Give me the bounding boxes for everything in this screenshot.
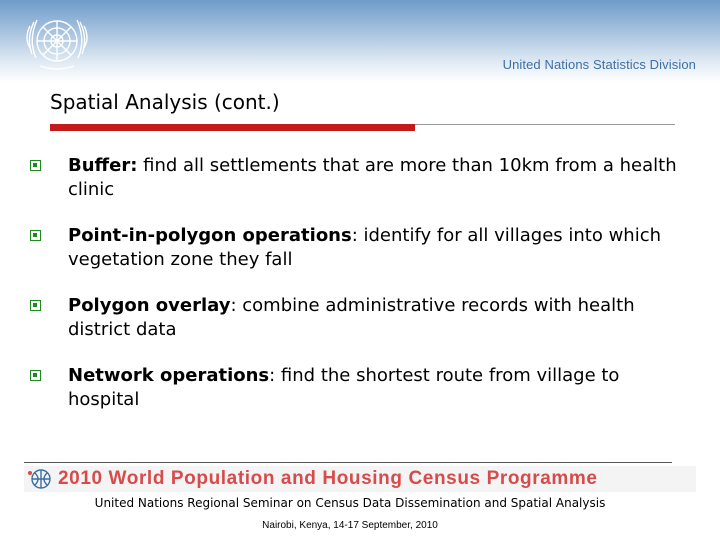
- census-globe-icon: [28, 469, 51, 489]
- title-underline-rule: [415, 124, 675, 125]
- checkbox-bullet-icon: [30, 300, 41, 311]
- slide-title: Spatial Analysis (cont.): [50, 90, 280, 114]
- bullet-term: Point-in-polygon operations: [68, 225, 352, 246]
- seminar-name: United Nations Regional Seminar on Censu…: [94, 496, 606, 510]
- checkbox-bullet-icon: [30, 230, 41, 241]
- bullet-text: find all settlements that are more than …: [68, 155, 677, 200]
- bullet-term: Network operations: [68, 365, 270, 386]
- bullet-item-network-operations: Network operations: find the shortest ro…: [30, 364, 690, 412]
- bullet-item-point-in-polygon: Point-in-polygon operations: identify fo…: [30, 224, 690, 272]
- bullet-term: Polygon overlay: [68, 295, 231, 316]
- checkbox-bullet-icon: [30, 370, 41, 381]
- seminar-location-date: Nairobi, Kenya, 14-17 September, 2010: [262, 520, 438, 531]
- bullet-list: Buffer: find all settlements that are mo…: [30, 154, 690, 434]
- bullet-item-buffer: Buffer: find all settlements that are mo…: [30, 154, 690, 202]
- bullet-term: Buffer:: [68, 155, 138, 176]
- footer-divider: [24, 462, 672, 463]
- title-underline-accent: [50, 124, 415, 131]
- un-emblem-icon: [26, 19, 88, 70]
- census-programme-title: 2010 World Population and Housing Census…: [58, 468, 598, 489]
- division-name: United Nations Statistics Division: [502, 57, 696, 72]
- checkbox-bullet-icon: [30, 160, 41, 171]
- bullet-item-polygon-overlay: Polygon overlay: combine administrative …: [30, 294, 690, 342]
